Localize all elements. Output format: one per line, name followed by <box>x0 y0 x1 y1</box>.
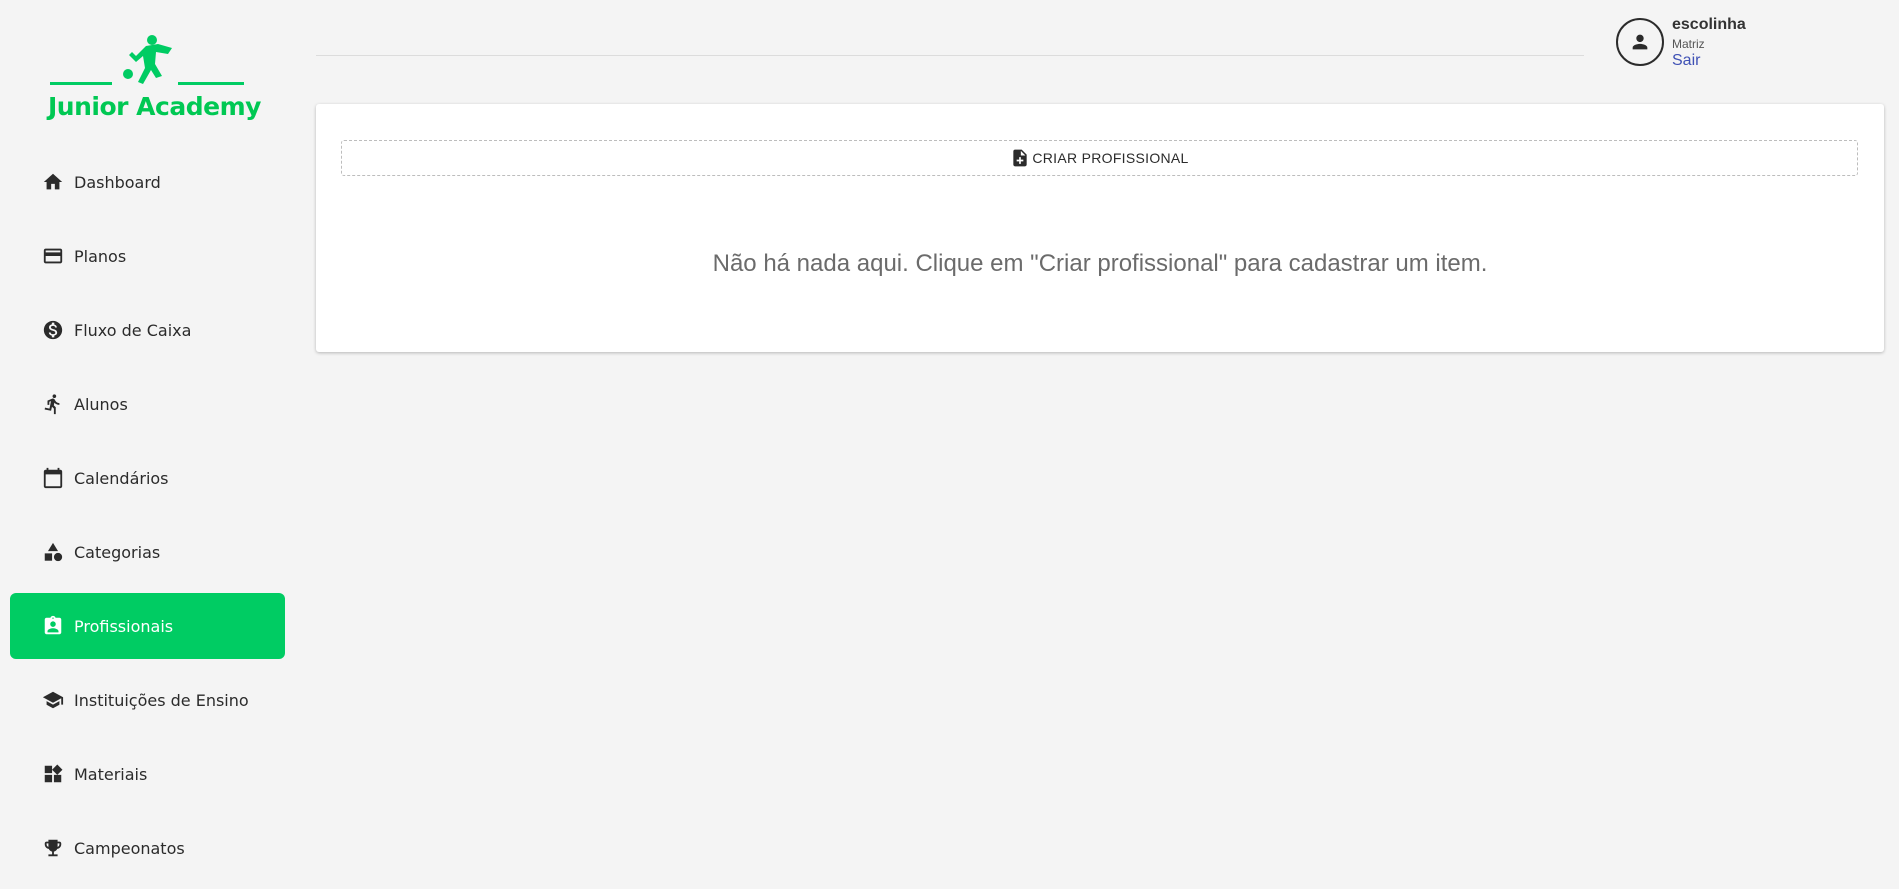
sidebar-item-categorias[interactable]: Categorias <box>10 519 285 585</box>
sidebar-item-calendarios[interactable]: Calendários <box>10 445 285 511</box>
logout-link[interactable]: Sair <box>1672 52 1746 70</box>
sidebar-item-label: Campeonatos <box>74 838 185 858</box>
sidebar-item-label: Categorias <box>74 542 161 562</box>
brand-logo[interactable]: Junior Academy <box>48 34 261 124</box>
badge-icon <box>42 615 64 637</box>
sidebar-item-label: Dashboard <box>74 172 161 192</box>
running-person-icon <box>42 393 64 415</box>
user-menu: escolinha Matriz Sair <box>1616 16 1746 72</box>
calendar-icon <box>42 467 64 489</box>
widgets-icon <box>42 763 64 785</box>
sidebar-item-campeonatos[interactable]: Campeonatos <box>10 815 285 881</box>
sidebar-item-profissionais[interactable]: Profissionais <box>10 593 285 659</box>
sidebar-item-label: Calendários <box>74 468 169 488</box>
sidebar-item-label: Planos <box>74 246 127 266</box>
sidebar-nav: Dashboard Planos Fluxo de Caixa Alunos C… <box>10 149 285 889</box>
sidebar: Junior Academy Dashboard Planos Fluxo de… <box>0 0 295 884</box>
content-card: CRIAR PROFISSIONAL Não há nada aqui. Cli… <box>316 104 1884 352</box>
sidebar-item-label: Profissionais <box>74 616 174 636</box>
avatar[interactable] <box>1616 18 1664 66</box>
create-professional-button[interactable]: CRIAR PROFISSIONAL <box>341 140 1858 176</box>
user-icon <box>1632 34 1648 50</box>
header-divider <box>316 55 1584 56</box>
home-icon <box>42 171 64 193</box>
sidebar-item-fluxo-de-caixa[interactable]: Fluxo de Caixa <box>10 297 285 363</box>
sidebar-item-label: Alunos <box>74 394 128 414</box>
user-name: escolinha <box>1672 16 1746 33</box>
sidebar-item-alunos[interactable]: Alunos <box>10 371 285 437</box>
trophy-icon <box>42 837 64 859</box>
create-professional-label: CRIAR PROFISSIONAL <box>1032 150 1189 166</box>
sidebar-item-label: Instituições de Ensino <box>74 690 249 710</box>
shapes-icon <box>42 541 64 563</box>
dollar-circle-icon <box>42 319 64 341</box>
graduation-cap-icon <box>42 689 64 711</box>
brand-name: Junior Academy <box>48 92 261 121</box>
sidebar-item-instituicoes-de-ensino[interactable]: Instituições de Ensino <box>10 667 285 733</box>
user-info: escolinha Matriz Sair <box>1672 16 1746 70</box>
sidebar-item-materiais[interactable]: Materiais <box>10 741 285 807</box>
user-branch: Matriz <box>1672 37 1705 51</box>
file-add-icon <box>1010 148 1030 168</box>
credit-card-icon <box>42 245 64 267</box>
empty-state-message: Não há nada aqui. Clique em "Criar profi… <box>712 250 1488 277</box>
sidebar-item-label: Materiais <box>74 764 148 784</box>
sidebar-item-planos[interactable]: Planos <box>10 223 285 289</box>
sidebar-item-dashboard[interactable]: Dashboard <box>10 149 285 215</box>
soccer-player-logo-icon <box>50 35 244 85</box>
sidebar-item-label: Fluxo de Caixa <box>74 320 192 340</box>
